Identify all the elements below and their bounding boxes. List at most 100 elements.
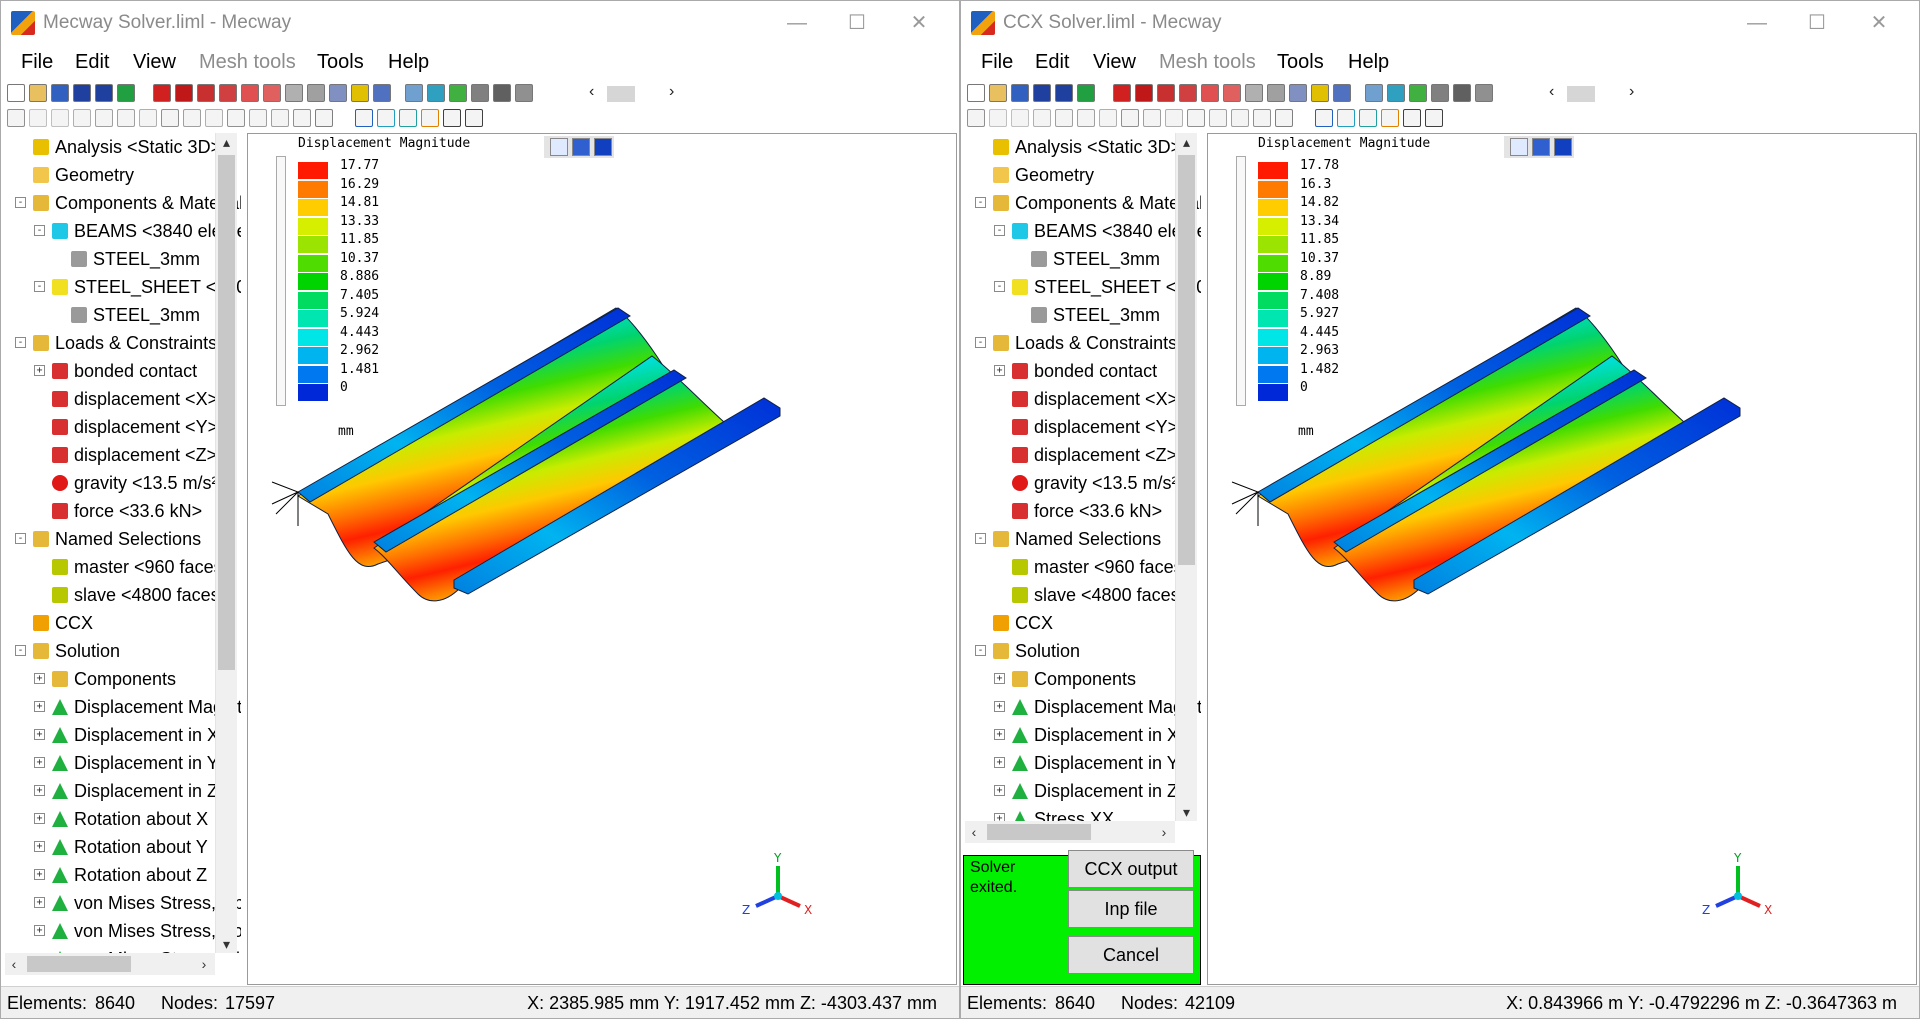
toolbar-tool-icon[interactable] bbox=[1201, 84, 1219, 102]
tree-node[interactable]: - Solution bbox=[5, 637, 241, 665]
tree-node[interactable]: + bonded contact bbox=[5, 357, 241, 385]
tree-node[interactable]: - Named Selections bbox=[5, 525, 241, 553]
toolbar-tool-icon[interactable] bbox=[73, 84, 91, 102]
expand-icon[interactable]: + bbox=[34, 757, 45, 768]
toolbar-tool-icon[interactable] bbox=[1231, 109, 1249, 127]
menu-mesh-tools[interactable]: Mesh tools bbox=[1159, 51, 1256, 74]
collapse-icon[interactable]: - bbox=[975, 533, 986, 544]
tree-node[interactable]: master <960 faces> bbox=[5, 553, 241, 581]
toolbar-tool-icon[interactable] bbox=[1275, 109, 1293, 127]
toolbar-tool-icon[interactable] bbox=[1267, 84, 1285, 102]
toolbar-tool-icon[interactable] bbox=[493, 84, 511, 102]
tree-node[interactable]: gravity <13.5 m/s²> bbox=[965, 469, 1201, 497]
toolbar-tool-icon[interactable] bbox=[1403, 109, 1421, 127]
tree-node[interactable]: - Components & Materials bbox=[5, 189, 241, 217]
tree-node[interactable]: displacement <Z> bbox=[5, 441, 241, 469]
menu-view[interactable]: View bbox=[1093, 51, 1136, 74]
menu-edit[interactable]: Edit bbox=[75, 51, 109, 74]
model-viewport[interactable]: Displacement Magnitude 17.78 16.3 14.82 13.3… bbox=[1207, 133, 1917, 985]
toolbar-tool-icon[interactable] bbox=[377, 109, 395, 127]
toolbar-tool-icon[interactable] bbox=[1425, 109, 1443, 127]
scroll-right-icon[interactable]: › bbox=[669, 83, 674, 101]
expand-icon[interactable]: + bbox=[34, 365, 45, 376]
toolbar-tool-icon[interactable] bbox=[329, 84, 347, 102]
collapse-icon[interactable]: - bbox=[994, 281, 1005, 292]
toolbar-tool-icon[interactable] bbox=[1387, 84, 1405, 102]
tree-horizontal-scrollbar[interactable]: ‹ › bbox=[5, 953, 215, 975]
tree-node[interactable]: STEEL_3mm bbox=[5, 301, 241, 329]
tree-node[interactable]: CCX bbox=[5, 609, 241, 637]
collapse-icon[interactable]: - bbox=[994, 225, 1005, 236]
tree-hscroll-thumb[interactable] bbox=[27, 956, 131, 972]
maximize-icon[interactable]: ☐ bbox=[835, 9, 879, 37]
scroll-up-icon[interactable]: ▴ bbox=[1176, 133, 1197, 151]
tree-scroll-thumb[interactable] bbox=[218, 155, 235, 670]
menu-tools[interactable]: Tools bbox=[1277, 51, 1324, 74]
collapse-icon[interactable]: - bbox=[975, 197, 986, 208]
tree-node[interactable]: +von Mises Stress, Bottom bbox=[5, 917, 241, 945]
tree-hscroll-thumb[interactable] bbox=[987, 824, 1091, 840]
menu-tools[interactable]: Tools bbox=[317, 51, 364, 74]
toolbar-tool-icon[interactable] bbox=[1135, 84, 1153, 102]
tree-node[interactable]: displacement <X> bbox=[5, 385, 241, 413]
collapse-icon[interactable]: - bbox=[34, 281, 45, 292]
tree-node[interactable]: STEEL_3mm bbox=[5, 245, 241, 273]
toolbar-tool-icon[interactable] bbox=[989, 84, 1007, 102]
toolbar-tool-icon[interactable] bbox=[117, 84, 135, 102]
toolbar-tool-icon[interactable] bbox=[967, 84, 985, 102]
tree-node[interactable]: - Loads & Constraints bbox=[965, 329, 1201, 357]
collapse-icon[interactable]: - bbox=[15, 645, 26, 656]
tree-node[interactable]: + Displacement in X bbox=[965, 721, 1201, 749]
toolbar-tool-icon[interactable] bbox=[1359, 109, 1377, 127]
toolbar-tool-icon[interactable] bbox=[315, 109, 333, 127]
scroll-left-icon[interactable]: ‹ bbox=[965, 821, 983, 843]
toolbar-tool-icon[interactable] bbox=[1223, 84, 1241, 102]
toolbar-tool-icon[interactable] bbox=[373, 84, 391, 102]
toolbar-tool-icon[interactable] bbox=[29, 84, 47, 102]
toolbar-tool-icon[interactable] bbox=[1311, 84, 1329, 102]
toolbar-tool-icon[interactable] bbox=[427, 84, 445, 102]
tree-node[interactable]: + Components bbox=[5, 665, 241, 693]
menu-file[interactable]: File bbox=[981, 51, 1013, 74]
toolbar-tool-icon[interactable] bbox=[967, 109, 985, 127]
tree-node[interactable]: + Stress XX bbox=[965, 805, 1201, 821]
toolbar-tool-icon[interactable] bbox=[1157, 84, 1175, 102]
scroll-right-icon[interactable]: › bbox=[195, 953, 213, 975]
toolbar-tool-icon[interactable] bbox=[293, 109, 311, 127]
tree-node[interactable]: CCX bbox=[965, 609, 1201, 637]
scroll-right-icon[interactable]: › bbox=[1629, 83, 1634, 101]
toolbar-tool-icon[interactable] bbox=[183, 109, 201, 127]
toolbar-tool-icon[interactable] bbox=[443, 109, 461, 127]
toolbar-tool-icon[interactable] bbox=[95, 109, 113, 127]
expand-icon[interactable]: + bbox=[34, 925, 45, 936]
toolbar-scroller[interactable]: ‹ › bbox=[1549, 83, 1639, 103]
toolbar-tool-icon[interactable] bbox=[471, 84, 489, 102]
expand-icon[interactable]: + bbox=[994, 365, 1005, 376]
toolbar-tool-icon[interactable] bbox=[7, 109, 25, 127]
toolbar-tool-icon[interactable] bbox=[351, 84, 369, 102]
toolbar-tool-icon[interactable] bbox=[1453, 84, 1471, 102]
collapse-icon[interactable]: - bbox=[975, 645, 986, 656]
toolbar-tool-icon[interactable] bbox=[161, 109, 179, 127]
tree-node[interactable]: - Solution bbox=[965, 637, 1201, 665]
toolbar-tool-icon[interactable] bbox=[1099, 109, 1117, 127]
tree-node[interactable]: + Displacement in Z bbox=[965, 777, 1201, 805]
tree-node[interactable]: +von Mises Stress, Upper bbox=[5, 889, 241, 917]
menu-view[interactable]: View bbox=[133, 51, 176, 74]
toolbar-tool-icon[interactable] bbox=[1055, 84, 1073, 102]
tree-node[interactable]: -BEAMS <3840 elements> bbox=[965, 217, 1201, 245]
toolbar-tool-icon[interactable] bbox=[249, 109, 267, 127]
tree-vertical-scrollbar[interactable]: ▴ ▾ bbox=[1175, 133, 1197, 821]
collapse-icon[interactable]: - bbox=[15, 197, 26, 208]
toolbar-tool-icon[interactable] bbox=[197, 84, 215, 102]
expand-icon[interactable]: + bbox=[994, 673, 1005, 684]
maximize-icon[interactable]: ☐ bbox=[1795, 9, 1839, 37]
toolbar-tool-icon[interactable] bbox=[449, 84, 467, 102]
tree-node[interactable]: + Displacement in X bbox=[5, 721, 241, 749]
scroll-left-icon[interactable]: ‹ bbox=[5, 953, 23, 975]
toolbar-tool-icon[interactable] bbox=[1431, 84, 1449, 102]
tree-node[interactable]: displacement <X> bbox=[965, 385, 1201, 413]
tree-scroll-thumb[interactable] bbox=[1178, 155, 1195, 565]
scroll-left-icon[interactable]: ‹ bbox=[589, 83, 594, 101]
tree-node[interactable]: force <33.6 kN> bbox=[965, 497, 1201, 525]
